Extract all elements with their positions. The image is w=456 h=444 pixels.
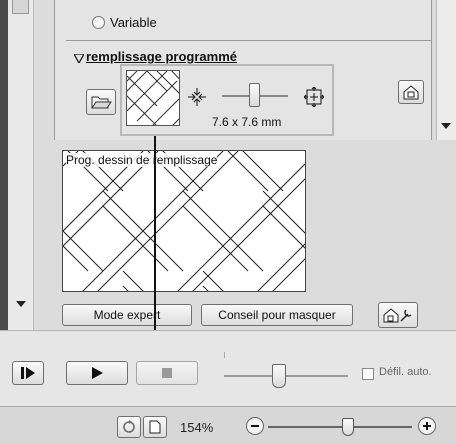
section-title: remplissage programmé [86, 49, 238, 64]
zoom-out-button[interactable] [246, 417, 264, 435]
house-icon [403, 85, 419, 100]
fill-pattern-preview [62, 150, 306, 292]
variable-radio[interactable] [92, 16, 105, 29]
expert-mode-button[interactable]: Mode expert [62, 304, 192, 326]
rotate-view-button[interactable] [117, 416, 141, 438]
left-scroll-down-arrow-icon[interactable] [12, 292, 29, 316]
speed-slider-track [224, 375, 348, 377]
section-divider [66, 40, 432, 41]
options-scrollbar[interactable] [436, 0, 456, 140]
house-button[interactable] [398, 80, 424, 104]
size-slider[interactable] [222, 83, 288, 109]
zoom-slider-track [268, 426, 412, 428]
zoom-level: 154% [180, 420, 214, 435]
left-scrollbar[interactable] [8, 0, 34, 330]
collapse-triangle-icon[interactable] [72, 52, 86, 66]
stop-icon [162, 368, 172, 378]
house-wrench-icon [383, 308, 412, 323]
speed-slider[interactable] [224, 352, 348, 392]
hide-tip-button[interactable]: Conseil pour masquer [201, 304, 353, 326]
step-forward-icon [21, 367, 35, 379]
left-scrollbar-thumb[interactable] [12, 0, 29, 14]
zoom-in-icon [423, 422, 431, 430]
shrink-arrows-icon[interactable] [187, 87, 207, 110]
size-slider-thumb[interactable] [249, 83, 260, 107]
folder-open-icon [91, 96, 112, 109]
preview-caption: Prog. dessin de remplissage [66, 153, 218, 167]
play-icon [92, 367, 103, 379]
print-preview-button[interactable] [143, 416, 167, 438]
page-icon [149, 420, 161, 434]
stop-button[interactable] [136, 361, 198, 385]
rotate-view-icon [123, 420, 135, 433]
play-button[interactable] [66, 361, 128, 385]
auto-scroll-label: Défil. auto. [379, 366, 432, 378]
speed-slider-ticks [224, 352, 348, 358]
pattern-size-value: 7.6 x 7.6 mm [212, 115, 282, 129]
zoom-out-icon [251, 425, 259, 427]
auto-scroll-checkbox[interactable] [362, 368, 374, 380]
speed-slider-thumb[interactable] [272, 364, 286, 388]
expand-arrows-icon[interactable] [303, 86, 325, 110]
open-pattern-button[interactable] [86, 89, 116, 115]
house-wrench-button[interactable] [378, 302, 418, 328]
zoom-in-button[interactable] [418, 417, 436, 435]
options-scroll-down-arrow-icon[interactable] [441, 118, 451, 132]
variable-radio-label: Variable [110, 15, 157, 30]
step-forward-button[interactable] [12, 361, 44, 385]
zoom-slider[interactable] [268, 416, 412, 438]
zoom-slider-thumb[interactable] [342, 418, 354, 436]
